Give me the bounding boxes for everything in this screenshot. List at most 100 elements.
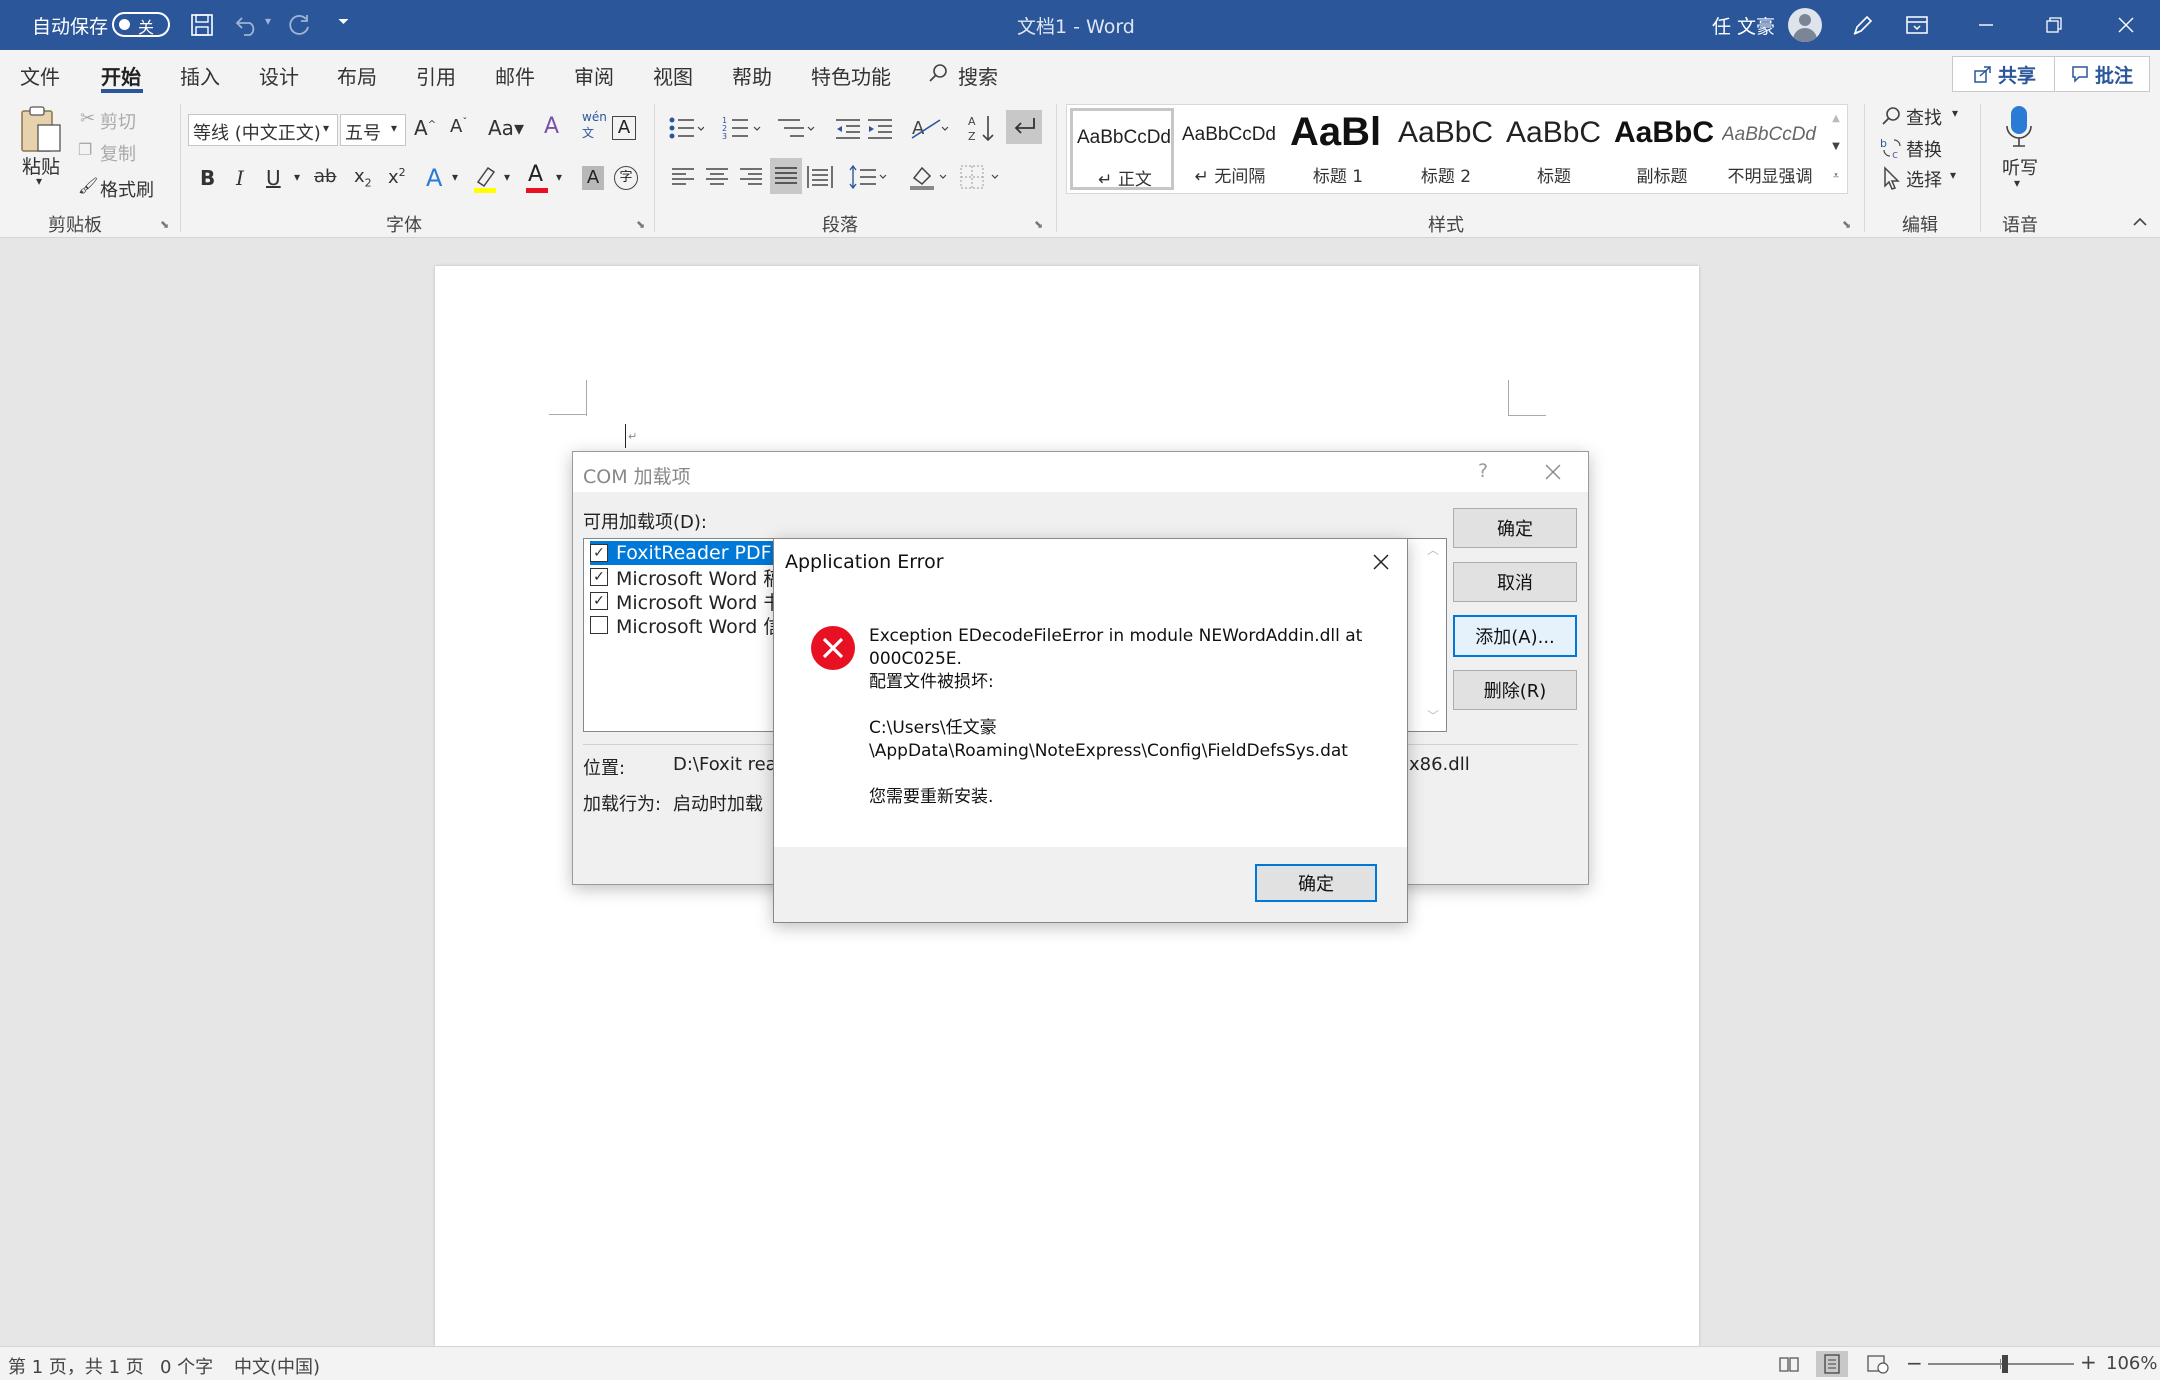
microphone-icon[interactable] — [2004, 104, 2034, 150]
zoom-level[interactable]: 106% — [2106, 1353, 2157, 1374]
tab-file[interactable]: 文件 — [20, 61, 60, 90]
comments-button[interactable]: 批注 — [2054, 56, 2150, 92]
underline-dropdown-icon[interactable]: ▾ — [294, 170, 300, 184]
web-layout-icon[interactable] — [1866, 1353, 1890, 1375]
cut-icon[interactable]: ✂ — [80, 108, 95, 129]
copy-label[interactable]: 复制 — [100, 140, 136, 166]
tab-mailings[interactable]: 邮件 — [495, 61, 535, 90]
search-label[interactable]: 搜索 — [958, 61, 998, 90]
font-color-icon[interactable]: A — [524, 162, 550, 194]
tab-design[interactable]: 设计 — [259, 61, 299, 90]
grow-font-icon[interactable]: A^ — [414, 116, 436, 140]
highlight-icon[interactable] — [472, 164, 498, 194]
scroll-up-icon[interactable]: ︿ — [1427, 541, 1439, 558]
customize-toolbar-icon[interactable]: ⏷ — [338, 14, 349, 30]
checkbox[interactable] — [590, 616, 608, 634]
style-item[interactable]: AaBbC 副标题 — [1610, 108, 1714, 190]
sort-icon[interactable]: AZ — [966, 112, 996, 144]
collapse-ribbon-icon[interactable] — [2130, 212, 2150, 232]
word-count[interactable]: 0 个字 — [160, 1353, 213, 1379]
character-border-icon[interactable]: A — [612, 116, 636, 140]
checkbox[interactable]: ✓ — [590, 592, 608, 610]
avatar[interactable] — [1788, 8, 1822, 42]
checkbox[interactable]: ✓ — [590, 568, 608, 586]
tab-home[interactable]: 开始 — [101, 61, 141, 90]
com-dialog-close-icon[interactable] — [1543, 462, 1565, 484]
font-color-dropdown-icon[interactable]: ▾ — [556, 170, 562, 184]
font-name-select[interactable]: 等线 (中文正文) ▾ — [188, 114, 338, 146]
list-item[interactable]: ✓ Microsoft Word 稿纸 — [590, 565, 801, 590]
text-direction-icon[interactable]: A — [910, 114, 950, 144]
style-item[interactable]: AaBbC 标题 — [1502, 108, 1606, 190]
gallery-scroll-up[interactable]: ▲ — [1826, 106, 1846, 132]
find-dropdown-icon[interactable]: ▾ — [1952, 106, 1958, 120]
shrink-font-icon[interactable]: Aˇ — [450, 116, 467, 137]
save-icon[interactable] — [188, 12, 216, 38]
page-count[interactable]: 第 1 页，共 1 页 — [8, 1353, 144, 1379]
undo-dropdown-icon[interactable]: ▾ — [265, 14, 271, 28]
clear-formatting-icon[interactable]: A — [544, 114, 559, 139]
zoom-in-button[interactable]: + — [2080, 1350, 2097, 1374]
undo-icon[interactable] — [232, 12, 262, 38]
styles-launcher-icon[interactable]: ⬊ — [1842, 218, 1851, 231]
print-layout-icon[interactable] — [1816, 1351, 1848, 1377]
share-button[interactable]: 共享 — [1952, 56, 2058, 92]
restore-icon[interactable] — [2036, 12, 2072, 38]
list-item[interactable]: ✓ Microsoft Word 书法 — [590, 589, 801, 614]
autosave-toggle[interactable]: 关 — [112, 12, 170, 37]
search-icon[interactable] — [926, 60, 952, 86]
font-size-select[interactable]: 五号 ▾ — [340, 114, 406, 146]
scroll-down-icon[interactable]: ﹀ — [1427, 707, 1439, 724]
highlight-dropdown-icon[interactable]: ▾ — [504, 170, 510, 184]
decrease-indent-icon[interactable] — [834, 114, 862, 144]
tab-help[interactable]: 帮助 — [732, 61, 772, 90]
strikethrough-icon[interactable]: ab — [314, 166, 336, 187]
phonetic-guide-icon[interactable]: wén 文 — [582, 110, 607, 141]
style-item[interactable]: AaBl 标题 1 — [1286, 108, 1390, 190]
zoom-slider-thumb[interactable] — [2002, 1355, 2008, 1373]
read-mode-icon[interactable] — [1778, 1354, 1802, 1374]
style-item[interactable]: AaBbCcDd ↵ 无间隔 — [1178, 108, 1282, 190]
align-center-icon[interactable] — [704, 162, 730, 192]
style-item[interactable]: AaBbC 标题 2 — [1394, 108, 1498, 190]
paragraph-launcher-icon[interactable]: ⬊ — [1034, 218, 1043, 231]
paste-dropdown-icon[interactable]: ▾ — [36, 174, 42, 188]
line-spacing-icon[interactable] — [848, 162, 890, 192]
change-case-icon[interactable]: Aa▾ — [488, 116, 524, 140]
tab-special-features[interactable]: 特色功能 — [811, 61, 891, 90]
gallery-scroll-down[interactable]: ▼ — [1826, 134, 1846, 160]
superscript-icon[interactable]: x2 — [388, 166, 406, 188]
tab-insert[interactable]: 插入 — [180, 61, 220, 90]
ok-button[interactable]: 确定 — [1453, 508, 1577, 548]
tab-view[interactable]: 视图 — [653, 61, 693, 90]
numbering-icon[interactable]: 123 — [722, 114, 762, 144]
select-icon[interactable] — [1880, 166, 1904, 192]
subscript-icon[interactable]: x2 — [354, 166, 372, 190]
align-right-icon[interactable] — [738, 162, 764, 192]
tab-review[interactable]: 审阅 — [574, 61, 614, 90]
list-item[interactable]: Microsoft Word 信封 — [590, 613, 801, 638]
increase-indent-icon[interactable] — [866, 114, 894, 144]
tab-references[interactable]: 引用 — [416, 61, 456, 90]
zoom-slider[interactable] — [1928, 1355, 2074, 1373]
find-icon[interactable] — [1880, 104, 1904, 128]
minimize-icon[interactable] — [1968, 12, 2004, 38]
language-indicator[interactable]: 中文(中国) — [234, 1353, 320, 1379]
checkbox[interactable]: ✓ — [590, 544, 608, 562]
select-dropdown-icon[interactable]: ▾ — [1950, 168, 1956, 182]
text-effects-dropdown-icon[interactable]: ▾ — [452, 170, 458, 184]
remove-button[interactable]: 删除(R) — [1453, 670, 1577, 710]
cut-label[interactable]: 剪切 — [100, 108, 136, 134]
redo-icon[interactable] — [284, 12, 314, 38]
underline-icon[interactable]: U — [266, 166, 281, 190]
error-ok-button[interactable]: 确定 — [1255, 864, 1377, 902]
style-item[interactable]: AaBbCcDd 不明显强调 — [1718, 108, 1822, 190]
format-painter-icon[interactable]: 🖌 — [78, 176, 98, 195]
show-formatting-marks-icon[interactable] — [1006, 110, 1042, 144]
font-launcher-icon[interactable]: ⬊ — [636, 218, 645, 231]
bullets-icon[interactable] — [668, 114, 704, 144]
user-name[interactable]: 任 文豪 — [1712, 12, 1775, 39]
bold-icon[interactable]: B — [200, 166, 215, 190]
ribbon-display-options-icon[interactable] — [1902, 12, 1932, 38]
text-effects-icon[interactable]: A — [426, 164, 442, 192]
